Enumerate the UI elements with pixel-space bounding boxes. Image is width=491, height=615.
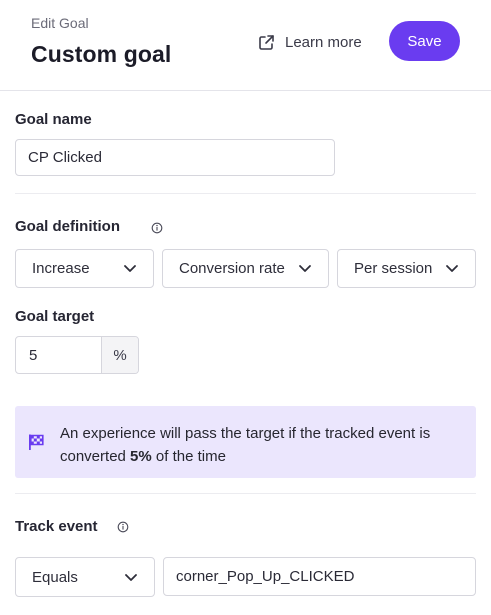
goal-direction-select[interactable]: Increase [15, 249, 154, 288]
goal-scope-value: Per session [354, 260, 433, 277]
goal-definition-label: Goal definition [15, 218, 120, 235]
event-name-input[interactable]: corner_Pop_Up_CLICKED [163, 557, 476, 596]
goal-scope-select[interactable]: Per session [337, 249, 476, 288]
info-icon[interactable] [151, 221, 163, 234]
goal-metric-value: Conversion rate [179, 260, 285, 277]
header-eyebrow: Edit Goal [31, 15, 89, 31]
goal-target-unit: % [102, 337, 138, 373]
chevron-down-icon [124, 573, 138, 582]
callout-text-after: of the time [151, 448, 226, 465]
info-icon[interactable] [117, 520, 129, 533]
callout-text: An experience will pass the target if th… [60, 422, 460, 468]
learn-more-link[interactable]: Learn more [258, 32, 362, 52]
chevron-down-icon [445, 264, 459, 273]
goal-target-input[interactable]: 5 [16, 337, 102, 373]
goal-metric-select[interactable]: Conversion rate [162, 249, 329, 288]
edit-goal-header: Edit Goal Custom goal Learn more Save [0, 0, 491, 91]
learn-more-label: Learn more [285, 33, 362, 51]
goal-target-label: Goal target [15, 308, 95, 325]
section-divider [15, 193, 476, 194]
section-divider [15, 493, 476, 494]
checkered-flag-icon [27, 433, 45, 456]
chevron-down-icon [298, 264, 312, 273]
callout-text-before: An experience will pass the target if th… [60, 425, 431, 465]
target-explanation-callout: An experience will pass the target if th… [15, 406, 476, 478]
goal-direction-value: Increase [32, 260, 90, 277]
event-operator-value: Equals [32, 568, 78, 586]
goal-target-field: 5 % [15, 336, 139, 374]
save-button[interactable]: Save [389, 21, 460, 61]
track-event-label: Track event [15, 518, 98, 535]
callout-highlight: 5% [130, 448, 152, 465]
page-title: Custom goal [31, 41, 172, 67]
chevron-down-icon [123, 264, 137, 273]
external-link-icon [258, 34, 275, 51]
event-operator-select[interactable]: Equals [15, 557, 155, 597]
goal-name-label: Goal name [15, 111, 92, 128]
goal-name-input[interactable]: CP Clicked [15, 139, 335, 176]
